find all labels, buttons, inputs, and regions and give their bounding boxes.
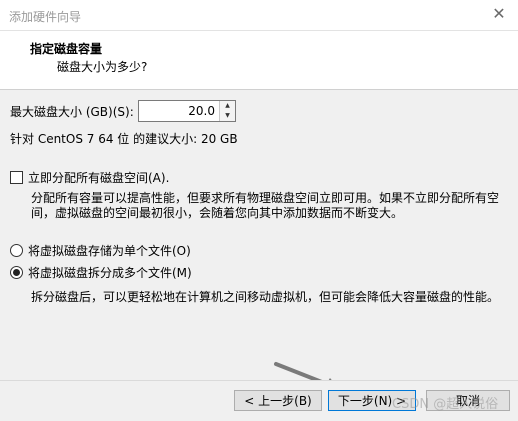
checkbox-icon[interactable] — [10, 171, 23, 184]
window-title: 添加硬件向导 — [9, 10, 82, 24]
title-bar: 添加硬件向导 ✕ — [0, 0, 518, 31]
header-subtitle: 磁盘大小为多少? — [57, 60, 148, 74]
radio-multiple-files-label: 将虚拟磁盘拆分成多个文件(M) — [28, 266, 192, 280]
split-description: 拆分磁盘后，可以更轻松地在计算机之间移动虚拟机，但可能会降低大容量磁盘的性能。 — [31, 290, 500, 304]
allocate-all-checkbox[interactable]: 立即分配所有磁盘空间(A). — [10, 170, 169, 186]
watermark-text: CSDN @超人说俗 — [392, 397, 499, 412]
wizard-header: 指定磁盘容量 磁盘大小为多少? — [0, 31, 518, 90]
allocate-description: 分配所有容量可以提高性能，但要求所有物理磁盘空间立即可用。如果不立即分配所有空间… — [31, 191, 500, 220]
radio-selected-icon[interactable] — [10, 266, 23, 279]
radio-single-file-label: 将虚拟磁盘存储为单个文件(O) — [28, 244, 191, 258]
disk-size-label: 最大磁盘大小 (GB)(S): — [10, 105, 134, 119]
allocate-all-label: 立即分配所有磁盘空间(A). — [28, 171, 170, 185]
header-title: 指定磁盘容量 — [30, 42, 103, 56]
radio-single-file[interactable]: 将虚拟磁盘存储为单个文件(O) — [10, 243, 191, 259]
back-button[interactable]: < 上一步(B) — [234, 390, 322, 411]
wizard-content: 最大磁盘大小 (GB)(S): ▲ ▼ 针对 CentOS 7 64 位 的建议… — [0, 90, 518, 360]
spinner-buttons: ▲ ▼ — [219, 101, 235, 121]
close-icon[interactable]: ✕ — [489, 4, 509, 24]
spin-down-icon[interactable]: ▼ — [220, 111, 235, 121]
disk-size-spinner[interactable]: ▲ ▼ — [138, 100, 236, 122]
recommended-size-text: 针对 CentOS 7 64 位 的建议大小: 20 GB — [10, 132, 238, 146]
disk-size-input[interactable] — [139, 101, 219, 121]
radio-icon[interactable] — [10, 244, 23, 257]
radio-multiple-files[interactable]: 将虚拟磁盘拆分成多个文件(M) — [10, 265, 192, 281]
